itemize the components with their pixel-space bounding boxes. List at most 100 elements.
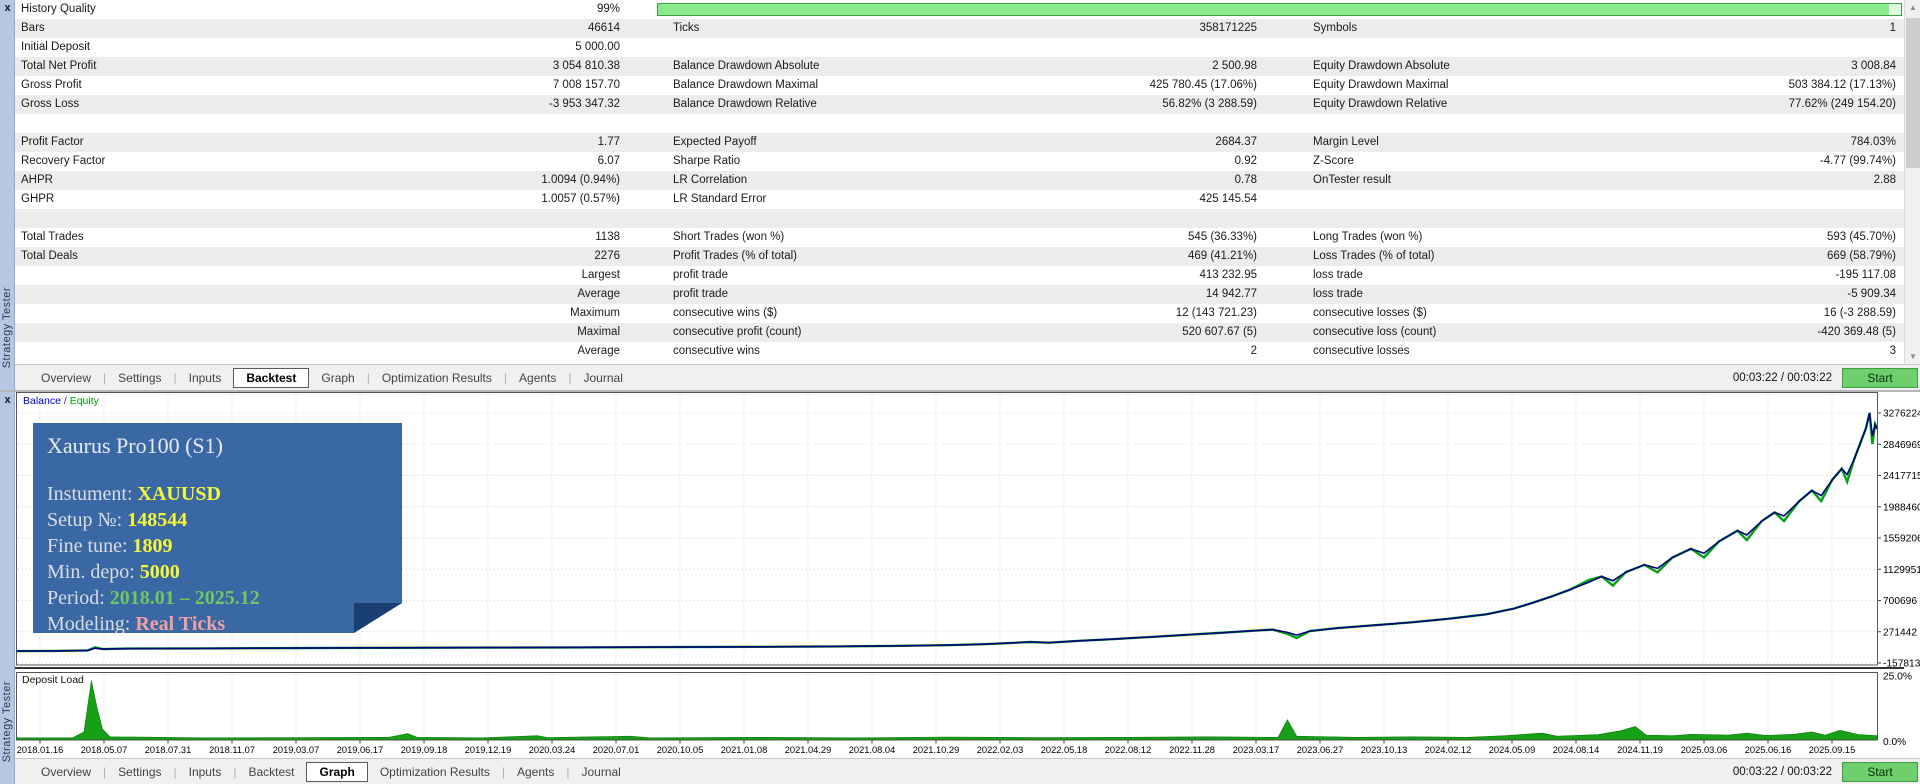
tab-optimization-results[interactable]: Optimization Results	[368, 762, 502, 782]
stat-label: Total Net Profit	[21, 60, 97, 72]
stat-label	[15, 304, 270, 323]
svg-text:700696: 700696	[1883, 596, 1917, 607]
info-instrument: Instument: XAUUSD	[47, 483, 221, 505]
stat-label	[638, 38, 973, 57]
stats-scrollbar[interactable]: ▲ ▼	[1904, 0, 1920, 364]
stat-label: Total Trades	[21, 231, 84, 243]
scroll-down-icon[interactable]: ▼	[1905, 349, 1920, 364]
stat-label: Gross Profit	[21, 79, 82, 91]
stat-value	[270, 114, 638, 133]
svg-text:2018.05.07: 2018.05.07	[81, 745, 128, 755]
svg-text:2021.10.29: 2021.10.29	[913, 745, 960, 755]
tab-graph[interactable]: Graph	[309, 368, 366, 388]
stat-label: Equity Drawdown Absolute	[1313, 60, 1450, 72]
stat-value: 77.62% (249 154.20)	[1788, 98, 1896, 110]
tabbar-top: Overview | Settings | Inputs Backtest Graph | Op…	[15, 364, 1920, 390]
stat-value: 14 942.77	[1205, 288, 1257, 300]
stat-value	[973, 114, 1278, 133]
stat-row: Average consecutive wins 2 consecutive loss…	[15, 342, 1904, 361]
tab-journal[interactable]: Journal	[572, 368, 635, 388]
stat-label: Equity Drawdown Maximal	[1313, 79, 1449, 91]
tab-inputs[interactable]: Inputs	[177, 368, 234, 388]
svg-text:2020.03.24: 2020.03.24	[529, 745, 576, 755]
svg-text:2022.11.28: 2022.11.28	[1169, 745, 1215, 755]
info-min-depo: Min. depo: 5000	[47, 561, 180, 583]
svg-text:2417715: 2417715	[1883, 471, 1920, 482]
start-button-bottom[interactable]: Start	[1842, 761, 1918, 782]
stat-value	[1615, 190, 1904, 209]
strategy-tester-strip-top: x Strategy Tester	[0, 0, 15, 390]
deposit-load-label: Deposit Load	[22, 674, 84, 686]
stat-label	[1278, 190, 1615, 209]
tab-settings[interactable]: Settings	[106, 368, 173, 388]
elapsed-time-bottom: 00:03:22 / 00:03:22	[1732, 765, 1832, 778]
stat-value: 3 054 810.38	[552, 60, 620, 72]
tab-agents[interactable]: Agents	[507, 368, 568, 388]
scroll-up-icon[interactable]: ▲	[1905, 0, 1920, 15]
stat-row: Recovery Factor 6.07 Sharpe Ratio 0.92 Z-Sco…	[15, 152, 1904, 171]
stat-value: 413 232.95	[1199, 269, 1257, 281]
tab-backtest[interactable]: Backtest	[236, 762, 306, 782]
stat-label	[1278, 114, 1615, 133]
stat-label: Profit Trades (% of total)	[673, 250, 797, 262]
tab-optimization-results[interactable]: Optimization Results	[370, 368, 504, 388]
stat-value: 1138	[595, 231, 620, 243]
tab-backtest[interactable]: Backtest	[233, 367, 310, 388]
stat-value: 56.82% (3 288.59)	[1162, 98, 1257, 110]
stat-value: 1	[1889, 22, 1896, 34]
stat-value	[973, 38, 1278, 57]
stat-row: AHPR 1.0094 (0.94%) LR Correlation 0.78 OnTe…	[15, 171, 1904, 190]
stat-row: Total Deals 2276 Profit Trades (% of total…	[15, 247, 1904, 266]
svg-text:2025.09.15: 2025.09.15	[1809, 745, 1856, 755]
stat-value: -420 369.48 (5)	[1817, 326, 1896, 338]
stat-value: 425 780.45 (17.06%)	[1149, 79, 1257, 91]
stat-label: Expected Payoff	[673, 136, 757, 148]
tab-journal[interactable]: Journal	[569, 762, 632, 782]
stat-value: 2.88	[1873, 174, 1896, 186]
stat-label	[15, 342, 270, 361]
stat-label: Equity Drawdown Relative	[1313, 98, 1448, 110]
stat-value: -4.77 (99.74%)	[1819, 155, 1896, 167]
stat-label: Loss Trades (% of total)	[1313, 250, 1435, 262]
stat-label	[15, 323, 270, 342]
svg-text:2024.08.14: 2024.08.14	[1553, 745, 1600, 755]
stat-label: Z-Score	[1313, 155, 1354, 167]
close-icon[interactable]: x	[0, 393, 15, 407]
svg-text:2023.06.27: 2023.06.27	[1297, 745, 1344, 755]
stat-value	[1615, 114, 1904, 133]
stat-value: 784.03%	[1850, 136, 1896, 148]
stat-label: Balance Drawdown Maximal	[673, 79, 819, 91]
stat-label: Profit Factor	[21, 136, 84, 148]
stat-value: -195 117.08	[1835, 269, 1896, 281]
tab-graph[interactable]: Graph	[306, 761, 368, 782]
info-period: Period: 2018.01 – 2025.12	[47, 587, 260, 609]
stat-label: LR Correlation	[673, 174, 748, 186]
stat-label	[1278, 209, 1615, 228]
stat-row: Profit Factor 1.77 Expected Payoff 2684.37 M…	[15, 133, 1904, 152]
tab-agents[interactable]: Agents	[505, 762, 566, 782]
history-quality-bar	[657, 3, 1902, 16]
stat-label: Total Deals	[21, 250, 78, 262]
tab-inputs[interactable]: Inputs	[177, 762, 234, 782]
tab-settings[interactable]: Settings	[106, 762, 173, 782]
stat-label: OnTester result	[1313, 174, 1391, 186]
stat-value	[270, 209, 638, 228]
stat-label: Gross Loss	[21, 98, 80, 110]
tab-overview[interactable]: Overview	[29, 762, 103, 782]
start-button-top[interactable]: Start	[1842, 367, 1918, 388]
svg-text:2021.01.08: 2021.01.08	[721, 745, 768, 755]
stat-label	[638, 209, 973, 228]
tab-overview[interactable]: Overview	[29, 368, 103, 388]
legend-equity: Equity	[69, 395, 99, 407]
stat-label: consecutive wins ($)	[673, 307, 778, 319]
svg-text:2025.03.06: 2025.03.06	[1681, 745, 1728, 755]
stat-label	[15, 285, 270, 304]
svg-text:2021.08.04: 2021.08.04	[849, 745, 896, 755]
close-icon[interactable]: x	[0, 1, 15, 15]
svg-text:2019.12.19: 2019.12.19	[465, 745, 512, 755]
stat-row: Average profit trade 14 942.77 loss trade -5…	[15, 285, 1904, 304]
stat-row: Largest profit trade 413 232.95 loss trade -…	[15, 266, 1904, 285]
stat-label: AHPR	[21, 174, 53, 186]
stat-label: consecutive losses	[1313, 345, 1410, 357]
scrollbar-thumb[interactable]	[1906, 18, 1920, 168]
